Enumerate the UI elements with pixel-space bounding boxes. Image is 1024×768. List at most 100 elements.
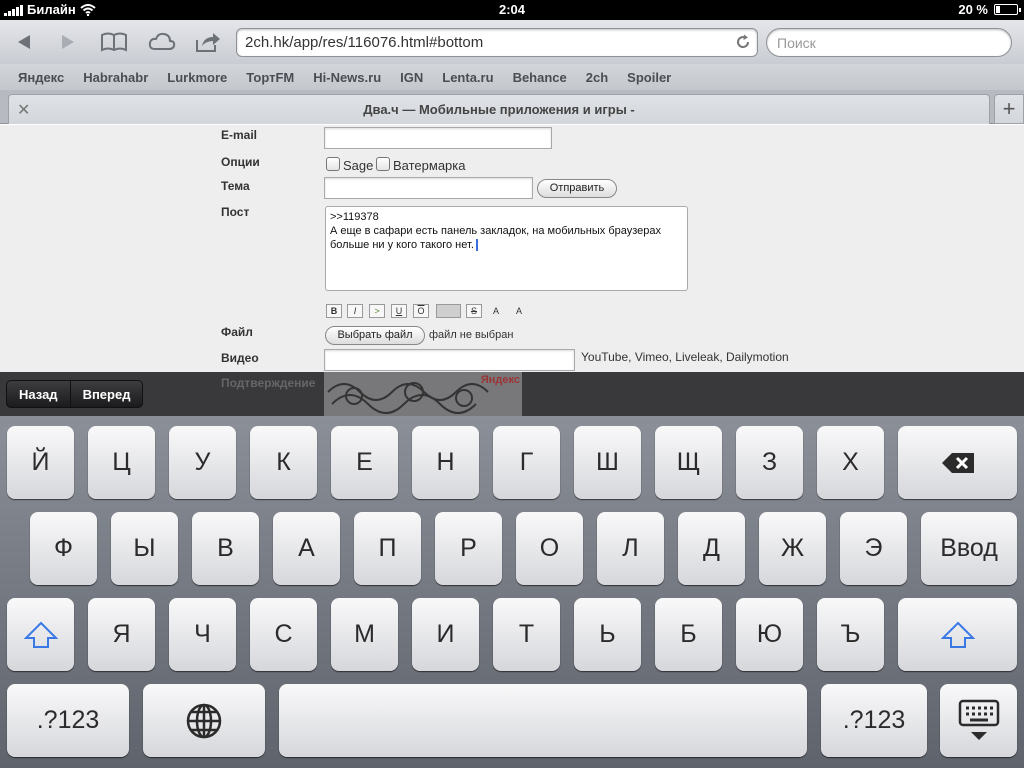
search-field[interactable]: Поиск [766, 28, 1012, 57]
shift-key-right[interactable] [898, 598, 1017, 671]
letter-key[interactable]: Ь [574, 598, 641, 671]
reload-icon[interactable] [735, 34, 751, 50]
form-assistant-bar: Подтверждение Яндекс Назад Вперед [0, 372, 1024, 416]
bookmark-item[interactable]: IGN [400, 70, 423, 85]
letter-key[interactable]: М [331, 598, 398, 671]
letter-key[interactable]: З [736, 426, 803, 499]
letter-key[interactable]: Э [840, 512, 907, 585]
letter-key[interactable]: Ю [736, 598, 803, 671]
letter-key[interactable]: О [516, 512, 583, 585]
bold-format-button[interactable]: B [326, 304, 342, 318]
letter-key[interactable]: Д [678, 512, 745, 585]
letter-key[interactable]: Ж [759, 512, 826, 585]
enter-key[interactable]: Ввод [921, 512, 1017, 585]
letter-key[interactable]: Р [435, 512, 502, 585]
letter-key[interactable]: К [250, 426, 317, 499]
post-line: А еще в сафари есть панель закладок, на … [330, 225, 662, 237]
letter-key[interactable]: С [250, 598, 317, 671]
delete-icon [941, 452, 974, 473]
submit-button[interactable]: Отправить [537, 179, 617, 198]
no-file-text: файл не выбран [429, 329, 514, 341]
letter-key[interactable]: Ы [111, 512, 178, 585]
italic-format-button[interactable]: I [347, 304, 363, 318]
bookmark-item[interactable]: Lurkmore [167, 70, 227, 85]
sage-checkbox[interactable] [326, 157, 340, 171]
bookmark-item[interactable]: ТортFM [246, 70, 294, 85]
watermark-checkbox[interactable] [376, 157, 390, 171]
clock: 2:04 [498, 2, 526, 17]
hide-keyboard-icon [958, 699, 999, 740]
bookmark-item[interactable]: Behance [513, 70, 567, 85]
new-tab-plus-icon[interactable]: + [994, 94, 1024, 124]
icloud-tabs-icon[interactable] [144, 28, 180, 56]
share-icon[interactable] [190, 28, 226, 56]
post-textarea[interactable]: >>119378 А еще в сафари есть панель закл… [325, 206, 688, 291]
bookmark-item[interactable]: Яндекс [18, 70, 64, 85]
letter-key[interactable]: Ъ [817, 598, 884, 671]
letter-key[interactable]: Х [817, 426, 884, 499]
bookmarks-bar: Яндекс Habrahabr Lurkmore ТортFM Hi-News… [0, 64, 1024, 90]
tab-bar: ✕ Два.ч — Мобильные приложения и игры - … [0, 90, 1024, 124]
letter-key[interactable]: Т [493, 598, 560, 671]
status-bar: Билайн 2:04 20 % [0, 0, 1024, 20]
overline-format-button[interactable]: O [413, 304, 429, 318]
superscript-format-button[interactable]: A [488, 304, 504, 318]
bookmark-item[interactable]: Hi-News.ru [313, 70, 381, 85]
letter-key[interactable]: Н [412, 426, 479, 499]
letter-key[interactable]: Г [493, 426, 560, 499]
tab-title: Два.ч — Мобильные приложения и игры - [363, 102, 635, 117]
post-line-last: больше ни у кого такого нет. [330, 238, 683, 252]
address-bar[interactable]: 2ch.hk/app/res/116076.html#bottom [236, 28, 758, 57]
tab-active[interactable]: ✕ Два.ч — Мобильные приложения и игры - [8, 94, 990, 124]
underline-format-button[interactable]: U [391, 304, 407, 318]
strike-format-button[interactable]: S [466, 304, 482, 318]
back-arrow-icon[interactable] [6, 28, 42, 56]
letter-key[interactable]: У [169, 426, 236, 499]
forward-button[interactable]: Вперед [69, 381, 143, 407]
letter-key[interactable]: Ш [574, 426, 641, 499]
letter-key[interactable]: Й [7, 426, 74, 499]
letter-key[interactable]: Е [331, 426, 398, 499]
quote-format-button[interactable]: > [369, 304, 385, 318]
numbers-key-left[interactable]: .?123 [7, 684, 129, 757]
ipad-screen: Билайн 2:04 20 % 2ch.hk/app/res/116076.h… [0, 0, 1024, 768]
hide-keyboard-key[interactable] [940, 684, 1017, 757]
back-button[interactable]: Назад [7, 381, 70, 407]
search-placeholder: Поиск [777, 35, 816, 51]
subject-field[interactable] [324, 177, 533, 199]
bookmarks-book-icon[interactable] [96, 28, 132, 56]
subscript-format-button[interactable]: A [511, 304, 527, 318]
forward-arrow-icon[interactable] [50, 28, 86, 56]
letter-key[interactable]: В [192, 512, 259, 585]
bookmark-item[interactable]: Lenta.ru [442, 70, 493, 85]
letter-key[interactable]: Я [88, 598, 155, 671]
bookmark-item[interactable]: Habrahabr [83, 70, 148, 85]
text-cursor [475, 239, 478, 252]
letter-key[interactable]: Щ [655, 426, 722, 499]
email-field[interactable] [324, 127, 552, 149]
file-label: Файл [221, 325, 253, 339]
prev-next-control: Назад Вперед [6, 380, 144, 408]
space-key[interactable] [279, 684, 807, 757]
letter-key[interactable]: Ч [169, 598, 236, 671]
letter-key[interactable]: Ц [88, 426, 155, 499]
post-line: больше ни у кого такого нет. [330, 239, 474, 251]
video-hint: YouTube, Vimeo, Liveleak, Dailymotion [581, 350, 789, 364]
bookmark-item[interactable]: Spoiler [627, 70, 671, 85]
letter-key[interactable]: Б [655, 598, 722, 671]
letter-key[interactable]: Ф [30, 512, 97, 585]
email-label: E-mail [221, 128, 258, 142]
spoiler-format-button[interactable] [436, 304, 461, 318]
letter-key[interactable]: Л [597, 512, 664, 585]
choose-file-button[interactable]: Выбрать файл [325, 326, 425, 345]
globe-language-key[interactable] [143, 684, 265, 757]
letter-key[interactable]: И [412, 598, 479, 671]
post-line: >>119378 [330, 211, 379, 223]
bookmark-item[interactable]: 2ch [586, 70, 608, 85]
video-field[interactable] [324, 349, 575, 371]
numbers-key-right[interactable]: .?123 [821, 684, 927, 757]
shift-key-left[interactable] [7, 598, 74, 671]
backspace-key[interactable] [898, 426, 1017, 499]
letter-key[interactable]: П [354, 512, 421, 585]
letter-key[interactable]: А [273, 512, 340, 585]
